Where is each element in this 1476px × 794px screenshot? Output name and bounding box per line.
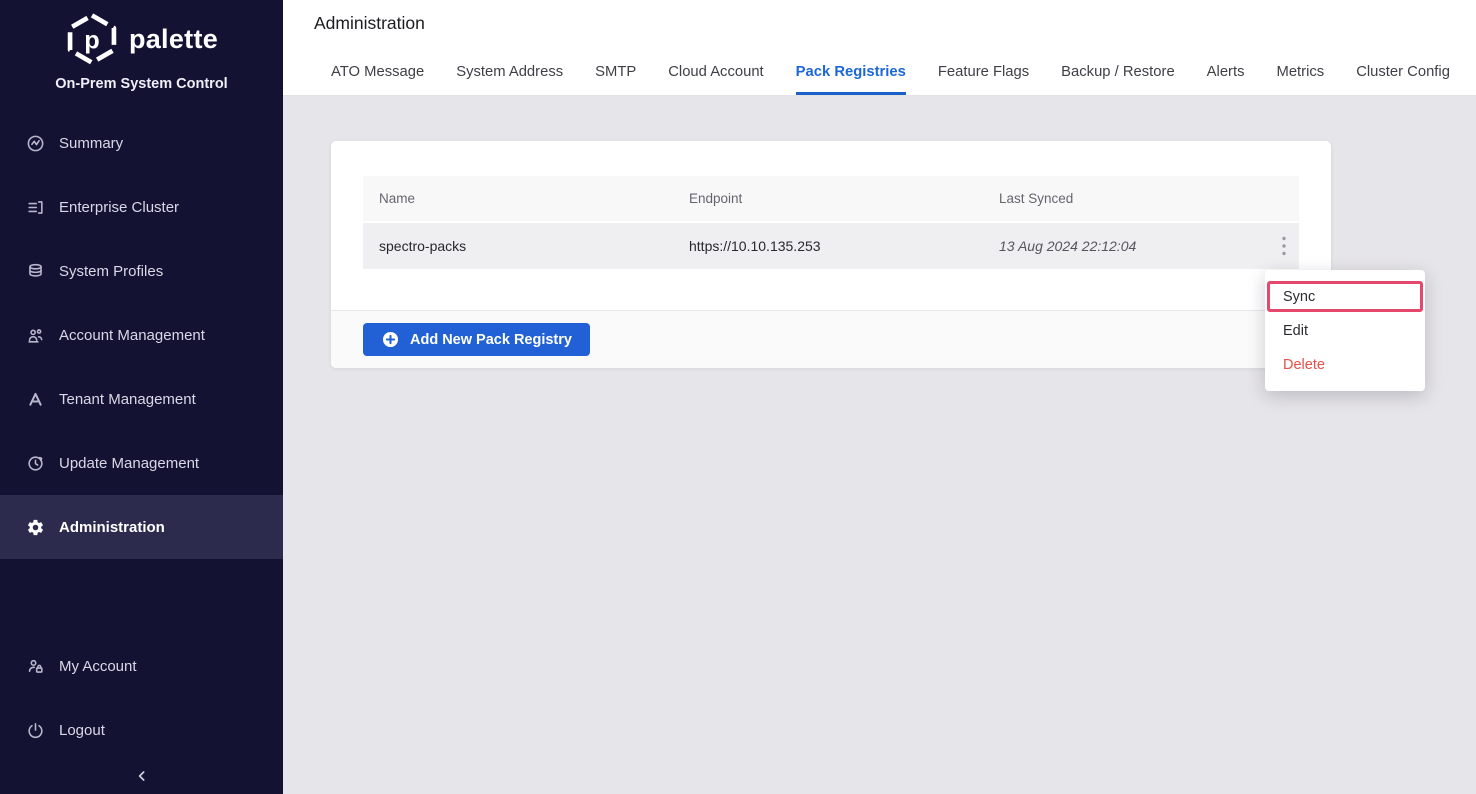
sidebar-item-label: System Profiles <box>59 263 163 280</box>
tab-system-address[interactable]: System Address <box>456 53 563 95</box>
sidebar-item-summary[interactable]: Summary <box>0 111 283 175</box>
table-header-row: Name Endpoint Last Synced <box>363 176 1299 221</box>
registry-table: Name Endpoint Last Synced spectro-packs … <box>363 176 1299 269</box>
plus-circle-icon <box>381 330 400 349</box>
add-button-label: Add New Pack Registry <box>410 332 572 348</box>
sidebar-item-administration[interactable]: Administration <box>0 495 283 559</box>
tab-backup-restore[interactable]: Backup / Restore <box>1061 53 1175 95</box>
main-header: Administration ATO Message System Addres… <box>283 0 1476 96</box>
pack-registries-card: Name Endpoint Last Synced spectro-packs … <box>331 141 1331 368</box>
logout-power-icon <box>26 721 45 740</box>
context-menu-item-sync[interactable]: Sync <box>1265 280 1425 314</box>
table-row: spectro-packs https://10.10.135.253 13 A… <box>363 223 1299 269</box>
registry-endpoint: https://10.10.135.253 <box>673 238 983 254</box>
row-context-menu: Sync Edit Delete <box>1265 270 1425 391</box>
sidebar-item-my-account[interactable]: My Account <box>0 634 283 698</box>
sidebar-bottom-nav: My Account Logout <box>0 634 283 762</box>
sidebar-item-logout[interactable]: Logout <box>0 698 283 762</box>
tab-pack-registries[interactable]: Pack Registries <box>796 53 906 95</box>
registry-name: spectro-packs <box>363 238 673 254</box>
tab-feature-flags[interactable]: Feature Flags <box>938 53 1029 95</box>
logo: p palette <box>0 0 283 68</box>
chevron-left-icon <box>134 768 150 784</box>
add-new-pack-registry-button[interactable]: Add New Pack Registry <box>363 323 590 356</box>
tab-cluster-config[interactable]: Cluster Config <box>1356 53 1450 95</box>
kebab-menu-icon[interactable] <box>1275 233 1293 259</box>
tab-alerts[interactable]: Alerts <box>1207 53 1245 95</box>
context-menu-item-edit[interactable]: Edit <box>1265 314 1425 348</box>
system-profiles-icon <box>26 262 45 281</box>
sidebar-collapse-button[interactable] <box>0 762 283 790</box>
sidebar-item-label: Tenant Management <box>59 391 196 408</box>
tenant-management-icon <box>26 390 45 409</box>
sidebar-item-system-profiles[interactable]: System Profiles <box>0 239 283 303</box>
sidebar-item-label: Administration <box>59 519 165 536</box>
sidebar-nav: Summary Enterprise Cluster System Profil… <box>0 111 283 559</box>
sidebar-item-label: Logout <box>59 722 105 739</box>
column-header-name: Name <box>363 191 673 206</box>
administration-gear-icon <box>26 518 45 537</box>
my-account-icon <box>26 657 45 676</box>
sidebar-item-label: Summary <box>59 135 123 152</box>
summary-icon <box>26 134 45 153</box>
sidebar-item-account-management[interactable]: Account Management <box>0 303 283 367</box>
logo-subtitle: On-Prem System Control <box>0 76 283 92</box>
svg-text:p: p <box>84 26 99 54</box>
column-header-endpoint: Endpoint <box>673 191 983 206</box>
tab-ato-message[interactable]: ATO Message <box>331 53 424 95</box>
sidebar-item-label: My Account <box>59 658 137 675</box>
sidebar-item-label: Update Management <box>59 455 199 472</box>
app-root: p palette On-Prem System Control Summary… <box>0 0 1476 794</box>
sidebar-item-update-management[interactable]: Update Management <box>0 431 283 495</box>
context-menu-item-delete[interactable]: Delete <box>1265 348 1425 382</box>
sidebar: p palette On-Prem System Control Summary… <box>0 0 283 794</box>
tab-smtp[interactable]: SMTP <box>595 53 636 95</box>
account-management-icon <box>26 326 45 345</box>
card-footer: Add New Pack Registry <box>331 310 1331 368</box>
sidebar-item-label: Enterprise Cluster <box>59 199 179 216</box>
enterprise-cluster-icon <box>26 198 45 217</box>
update-management-icon <box>26 454 45 473</box>
page-content: Name Endpoint Last Synced spectro-packs … <box>283 96 1476 794</box>
tab-metrics[interactable]: Metrics <box>1277 53 1325 95</box>
page-title: Administration <box>314 13 425 34</box>
registry-last-synced: 13 Aug 2024 22:12:04 <box>983 238 1269 254</box>
sidebar-item-label: Account Management <box>59 327 205 344</box>
column-header-last-synced: Last Synced <box>983 191 1269 206</box>
tab-cloud-account[interactable]: Cloud Account <box>668 53 763 95</box>
sidebar-item-enterprise-cluster[interactable]: Enterprise Cluster <box>0 175 283 239</box>
palette-hexagon-logo-icon: p <box>65 12 119 66</box>
sidebar-item-tenant-management[interactable]: Tenant Management <box>0 367 283 431</box>
logo-text: palette <box>129 24 218 55</box>
tab-bar: ATO Message System Address SMTP Cloud Ac… <box>331 53 1450 95</box>
